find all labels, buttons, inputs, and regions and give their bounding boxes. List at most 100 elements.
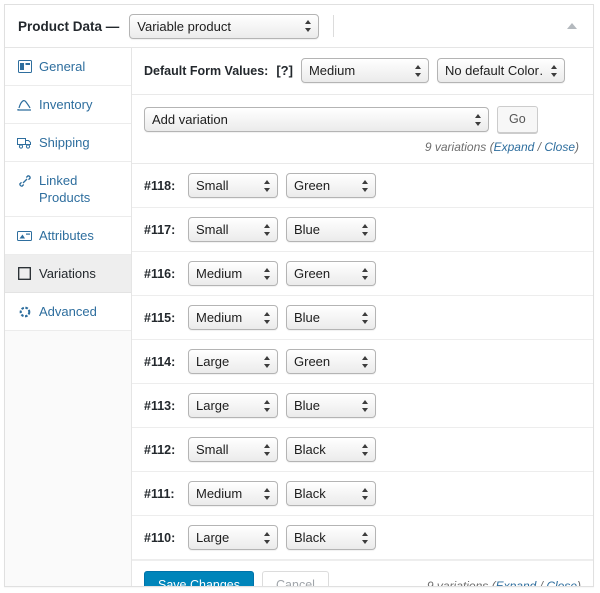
default-form-values-label: Default Form Values:	[144, 63, 269, 78]
close-link-bottom[interactable]: Close	[546, 579, 577, 587]
variation-color-select[interactable]: Black	[286, 525, 376, 550]
variation-id: #110:	[144, 530, 176, 545]
variation-size-select[interactable]: Small	[188, 217, 278, 242]
variations-count-top: 9 variations (Expand / Close)	[144, 133, 581, 163]
table-row: #111: Medium Black	[132, 472, 593, 516]
expand-link-bottom[interactable]: Expand	[496, 579, 537, 587]
table-row: #116: Medium Green	[132, 252, 593, 296]
variation-color-select[interactable]: Green	[286, 261, 376, 286]
default-form-values-row: Default Form Values: [?] Medium No defau…	[132, 48, 593, 95]
variation-id: #114:	[144, 354, 176, 369]
sidebar-item-shipping[interactable]: Shipping	[5, 124, 131, 162]
variation-color-select-wrap: Black	[286, 481, 376, 506]
sidebar-item-inventory[interactable]: Inventory	[5, 86, 131, 124]
variation-id: #117:	[144, 222, 176, 237]
variation-color-select-wrap: Black	[286, 525, 376, 550]
variation-color-select[interactable]: Green	[286, 173, 376, 198]
variations-list: #118: Small Green #117: Small Blue #116:…	[132, 164, 593, 560]
variation-id: #116:	[144, 266, 176, 281]
sidebar-item-general[interactable]: General	[5, 48, 131, 86]
sidebar-item-advanced[interactable]: Advanced	[5, 293, 131, 331]
variation-id: #112:	[144, 442, 176, 457]
variation-color-select[interactable]: Green	[286, 349, 376, 374]
variation-size-select-wrap: Large	[188, 393, 278, 418]
sidebar-item-attributes[interactable]: Attributes	[5, 217, 131, 255]
variation-size-select-wrap: Medium	[188, 305, 278, 330]
variation-color-select-wrap: Blue	[286, 393, 376, 418]
variations-count-text: 9 variations	[426, 578, 489, 587]
variation-id: #111:	[144, 486, 175, 501]
sidebar: General Inventory Shipping Linked Produc…	[5, 48, 132, 586]
help-icon[interactable]: [?]	[276, 63, 293, 78]
default-color-select-wrap: No default Color…	[436, 58, 565, 83]
gear-icon	[17, 303, 32, 320]
expand-link-top[interactable]: Expand	[494, 140, 535, 154]
sidebar-item-label: Variations	[39, 266, 96, 281]
page-title: Product Data —	[18, 18, 120, 34]
variation-color-select[interactable]: Blue	[286, 305, 376, 330]
variation-id: #118:	[144, 178, 176, 193]
variation-size-select[interactable]: Small	[188, 437, 278, 462]
variations-footer: Save Changes Cancel 9 variations (Expand…	[132, 560, 593, 587]
caret-up-icon[interactable]	[565, 19, 579, 33]
add-variation-select-wrap: Add variation	[144, 107, 489, 132]
variation-size-select-wrap: Large	[188, 349, 278, 374]
variations-count-bottom: 9 variations (Expand / Close)	[426, 578, 581, 587]
variation-size-select-wrap: Small	[188, 437, 278, 462]
panel-header: Product Data — Variable product	[5, 5, 593, 48]
cancel-button[interactable]: Cancel	[262, 571, 329, 586]
window-icon	[17, 58, 32, 75]
variation-color-select-wrap: Green	[286, 349, 376, 374]
variation-color-select-wrap: Green	[286, 173, 376, 198]
variation-size-select-wrap: Small	[188, 173, 278, 198]
close-paren: )	[575, 140, 579, 154]
variation-color-select-wrap: Blue	[286, 217, 376, 242]
variation-size-select[interactable]: Medium	[188, 261, 278, 286]
chart-icon	[17, 96, 32, 113]
variation-color-select-wrap: Blue	[286, 305, 376, 330]
add-variation-block: Add variation Go 9 variations (Expand / …	[132, 95, 593, 164]
variation-size-select[interactable]: Small	[188, 173, 278, 198]
default-color-select[interactable]: No default Color…	[436, 58, 565, 83]
variation-size-select[interactable]: Medium	[188, 305, 278, 330]
variation-color-select[interactable]: Black	[286, 481, 376, 506]
truck-icon	[17, 134, 32, 151]
variation-color-select[interactable]: Blue	[286, 217, 376, 242]
table-row: #115: Medium Blue	[132, 296, 593, 340]
sidebar-item-variations[interactable]: Variations	[5, 255, 131, 293]
panel-body: General Inventory Shipping Linked Produc…	[5, 48, 593, 586]
table-row: #117: Small Blue	[132, 208, 593, 252]
add-variation-select[interactable]: Add variation	[144, 107, 489, 132]
variation-size-select-wrap: Small	[188, 217, 278, 242]
close-link-top[interactable]: Close	[544, 140, 575, 154]
table-row: #114: Large Green	[132, 340, 593, 384]
sidebar-item-label: General	[39, 59, 86, 74]
variation-size-select[interactable]: Large	[188, 525, 278, 550]
table-row: #113: Large Blue	[132, 384, 593, 428]
sidebar-item-label: Attributes	[39, 228, 94, 243]
variation-color-select-wrap: Black	[286, 437, 376, 462]
link-separator: /	[534, 140, 545, 154]
variation-size-select[interactable]: Large	[188, 349, 278, 374]
variation-color-select[interactable]: Blue	[286, 393, 376, 418]
link-separator: /	[536, 578, 547, 587]
save-changes-button[interactable]: Save Changes	[144, 571, 255, 586]
sidebar-item-linked-products[interactable]: Linked Products	[5, 162, 131, 217]
variation-id: #115:	[144, 310, 176, 325]
variation-size-select[interactable]: Large	[188, 393, 278, 418]
variations-content: Default Form Values: [?] Medium No defau…	[132, 48, 593, 586]
variations-count-text: 9 variations	[424, 140, 487, 154]
sidebar-item-label: Advanced	[39, 304, 97, 319]
default-size-select[interactable]: Medium	[300, 58, 429, 83]
sidebar-item-label: Inventory	[39, 97, 93, 112]
variation-color-select[interactable]: Black	[286, 437, 376, 462]
table-row: #118: Small Green	[132, 164, 593, 208]
header-divider	[333, 15, 335, 37]
product-type-select[interactable]: Variable product	[129, 13, 320, 39]
variation-size-select[interactable]: Medium	[188, 481, 278, 506]
go-button[interactable]: Go	[497, 106, 538, 133]
close-paren: )	[577, 578, 581, 587]
variation-size-select-wrap: Medium	[188, 261, 278, 286]
add-variation-row: Add variation Go	[144, 106, 581, 133]
sidebar-item-label: Shipping	[39, 135, 90, 150]
